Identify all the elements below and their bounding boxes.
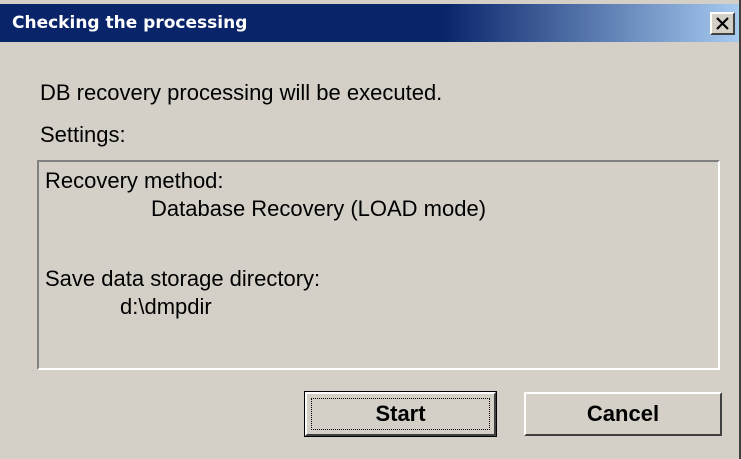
confirmation-message: DB recovery processing will be executed. <box>40 80 443 105</box>
settings-label: Settings: <box>40 122 126 147</box>
close-icon <box>716 17 729 30</box>
title-bar[interactable]: Checking the processing <box>0 4 739 42</box>
cancel-button[interactable]: Cancel <box>524 392 722 436</box>
recovery-method-value: Database Recovery (LOAD mode) <box>151 196 487 221</box>
save-dir-label: Save data storage directory: <box>45 266 321 291</box>
dialog-window: Checking the processing DB recovery proc… <box>0 0 741 459</box>
cancel-button-label: Cancel <box>586 401 660 426</box>
close-button[interactable] <box>710 12 735 35</box>
start-button[interactable]: Start <box>304 391 497 437</box>
save-dir-value: d:\dmpdir <box>120 294 212 319</box>
window-title: Checking the processing <box>12 13 248 33</box>
recovery-method-label: Recovery method: <box>45 168 224 193</box>
settings-panel: Recovery method: Database Recovery (LOAD… <box>37 160 720 370</box>
focus-rectangle <box>311 398 490 430</box>
